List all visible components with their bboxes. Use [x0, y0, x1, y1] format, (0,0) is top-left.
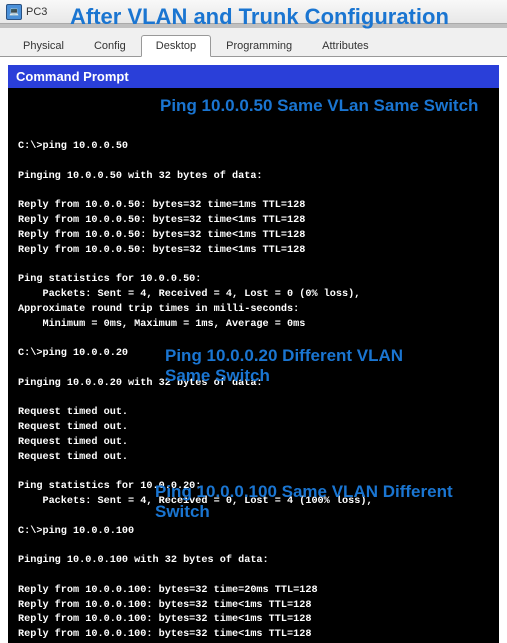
annotation-ping-50: Ping 10.0.0.50 Same VLan Same Switch [160, 96, 499, 116]
tab-desktop[interactable]: Desktop [141, 35, 211, 57]
workspace: Command Prompt C:\>ping 10.0.0.50 Pingin… [0, 57, 507, 643]
tab-bar: Physical Config Desktop Programming Attr… [0, 28, 507, 57]
window-title: PC3 [26, 6, 47, 18]
app-icon: 💻 [6, 4, 22, 20]
tab-config[interactable]: Config [79, 35, 141, 57]
window-titlebar: 💻 PC3 [0, 0, 507, 24]
tab-attributes[interactable]: Attributes [307, 35, 383, 57]
terminal[interactable]: C:\>ping 10.0.0.50 Pinging 10.0.0.50 wit… [8, 88, 499, 643]
terminal-output: C:\>ping 10.0.0.50 Pinging 10.0.0.50 wit… [18, 126, 489, 643]
command-prompt-titlebar: Command Prompt [8, 65, 499, 88]
tab-programming[interactable]: Programming [211, 35, 307, 57]
tab-physical[interactable]: Physical [8, 35, 79, 57]
